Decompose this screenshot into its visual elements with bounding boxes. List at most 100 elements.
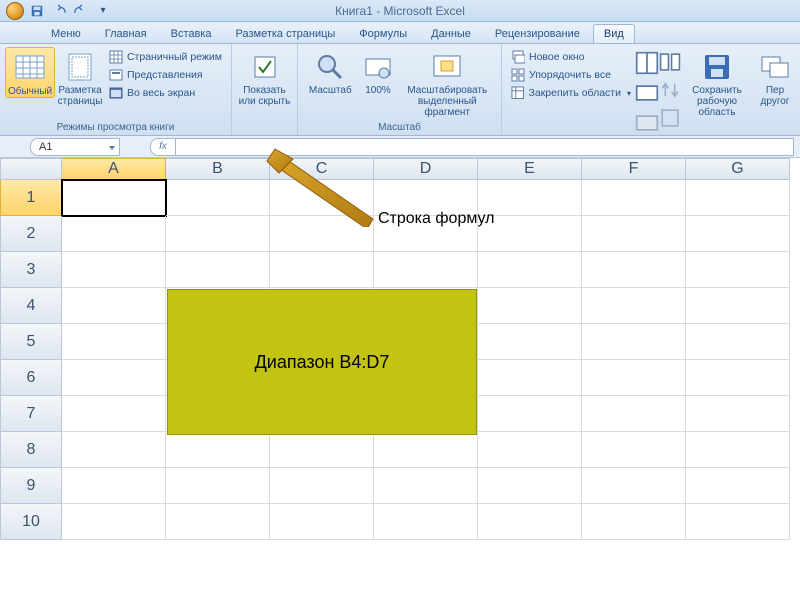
cell[interactable] <box>478 324 582 360</box>
cell[interactable] <box>686 396 790 432</box>
cell[interactable] <box>686 360 790 396</box>
cell[interactable] <box>62 324 166 360</box>
cell[interactable] <box>166 216 270 252</box>
cell[interactable] <box>686 432 790 468</box>
zoom-button[interactable]: Масштаб <box>303 47 358 96</box>
tab-formulas[interactable]: Формулы <box>348 24 418 43</box>
row-header[interactable]: 2 <box>0 216 62 252</box>
row-header[interactable]: 7 <box>0 396 62 432</box>
office-button[interactable] <box>6 2 24 20</box>
cell[interactable] <box>62 468 166 504</box>
cell[interactable] <box>478 432 582 468</box>
col-header-B[interactable]: B <box>166 158 270 180</box>
hide-window-icon[interactable] <box>635 81 659 105</box>
cell[interactable] <box>62 216 166 252</box>
col-header-D[interactable]: D <box>374 158 478 180</box>
zoom-to-selection-button[interactable]: Масштабировать выделенный фрагмент <box>399 47 496 118</box>
tab-insert[interactable]: Вставка <box>160 24 223 43</box>
page-break-preview-button[interactable]: Страничный режим <box>105 49 226 65</box>
cell[interactable] <box>374 468 478 504</box>
split-icon[interactable] <box>635 51 659 75</box>
cell[interactable] <box>166 432 270 468</box>
cell[interactable] <box>166 468 270 504</box>
cell[interactable] <box>62 288 166 324</box>
row-header[interactable]: 8 <box>0 432 62 468</box>
cell[interactable] <box>62 432 166 468</box>
cell[interactable] <box>478 288 582 324</box>
cell[interactable] <box>582 432 686 468</box>
arrange-all-button[interactable]: Упорядочить все <box>507 67 635 83</box>
cell[interactable] <box>62 252 166 288</box>
row-header[interactable]: 5 <box>0 324 62 360</box>
cell[interactable] <box>166 252 270 288</box>
fx-button[interactable]: fx <box>150 138 176 156</box>
tab-menu[interactable]: Меню <box>40 24 92 43</box>
tab-review[interactable]: Рецензирование <box>484 24 591 43</box>
tab-view[interactable]: Вид <box>593 24 635 43</box>
row-header[interactable]: 10 <box>0 504 62 540</box>
cell[interactable] <box>582 504 686 540</box>
undo-icon[interactable] <box>50 2 68 20</box>
zoom-100-button[interactable]: 100% <box>358 47 399 96</box>
cell[interactable] <box>686 180 790 216</box>
save-workspace-button[interactable]: Сохранить рабочую область <box>681 47 753 118</box>
cell[interactable] <box>62 360 166 396</box>
tab-layout[interactable]: Разметка страницы <box>225 24 347 43</box>
cell[interactable] <box>270 432 374 468</box>
cell[interactable] <box>686 504 790 540</box>
name-box[interactable]: A1 <box>30 138 120 156</box>
new-window-button[interactable]: Новое окно <box>507 49 635 65</box>
cell[interactable] <box>166 504 270 540</box>
switch-windows-button[interactable]: Пер другог <box>753 47 797 107</box>
cell[interactable] <box>374 252 478 288</box>
cell[interactable] <box>270 504 374 540</box>
fullscreen-button[interactable]: Во весь экран <box>105 85 226 101</box>
row-header[interactable]: 6 <box>0 360 62 396</box>
cell[interactable] <box>582 360 686 396</box>
save-icon[interactable] <box>28 2 46 20</box>
cell[interactable] <box>374 504 478 540</box>
cell[interactable] <box>374 432 478 468</box>
cell[interactable] <box>270 216 374 252</box>
cell[interactable] <box>270 468 374 504</box>
cell[interactable] <box>478 468 582 504</box>
row-header[interactable]: 1 <box>0 180 62 216</box>
qat-dropdown-icon[interactable]: ▾ <box>94 2 112 20</box>
cell[interactable] <box>478 504 582 540</box>
row-header[interactable]: 3 <box>0 252 62 288</box>
cell[interactable] <box>686 288 790 324</box>
tab-home[interactable]: Главная <box>94 24 158 43</box>
view-side-by-side-icon[interactable] <box>659 51 681 73</box>
cell[interactable] <box>478 360 582 396</box>
cell[interactable] <box>62 396 166 432</box>
cell[interactable] <box>478 396 582 432</box>
cell[interactable] <box>166 180 270 216</box>
cell[interactable] <box>582 468 686 504</box>
tab-data[interactable]: Данные <box>420 24 482 43</box>
cell[interactable] <box>270 180 374 216</box>
cell[interactable] <box>582 288 686 324</box>
cell[interactable] <box>582 396 686 432</box>
col-header-E[interactable]: E <box>478 158 582 180</box>
cell[interactable] <box>582 180 686 216</box>
cell[interactable] <box>582 216 686 252</box>
cell[interactable] <box>582 324 686 360</box>
col-header-A[interactable]: A <box>62 158 166 180</box>
cell-A1[interactable] <box>62 180 166 216</box>
cell[interactable] <box>582 252 686 288</box>
row-header[interactable]: 4 <box>0 288 62 324</box>
col-header-G[interactable]: G <box>686 158 790 180</box>
col-header-C[interactable]: C <box>270 158 374 180</box>
page-layout-button[interactable]: Разметка страницы <box>55 47 105 107</box>
cell[interactable] <box>62 504 166 540</box>
cell[interactable] <box>270 252 374 288</box>
show-hide-button[interactable]: Показать или скрыть <box>237 47 292 107</box>
cell[interactable] <box>478 252 582 288</box>
cell[interactable] <box>686 252 790 288</box>
cell[interactable] <box>686 216 790 252</box>
select-all-corner[interactable] <box>0 158 62 180</box>
formula-bar[interactable] <box>176 138 794 156</box>
cell[interactable] <box>686 468 790 504</box>
row-header[interactable]: 9 <box>0 468 62 504</box>
custom-views-button[interactable]: Представления <box>105 67 226 83</box>
